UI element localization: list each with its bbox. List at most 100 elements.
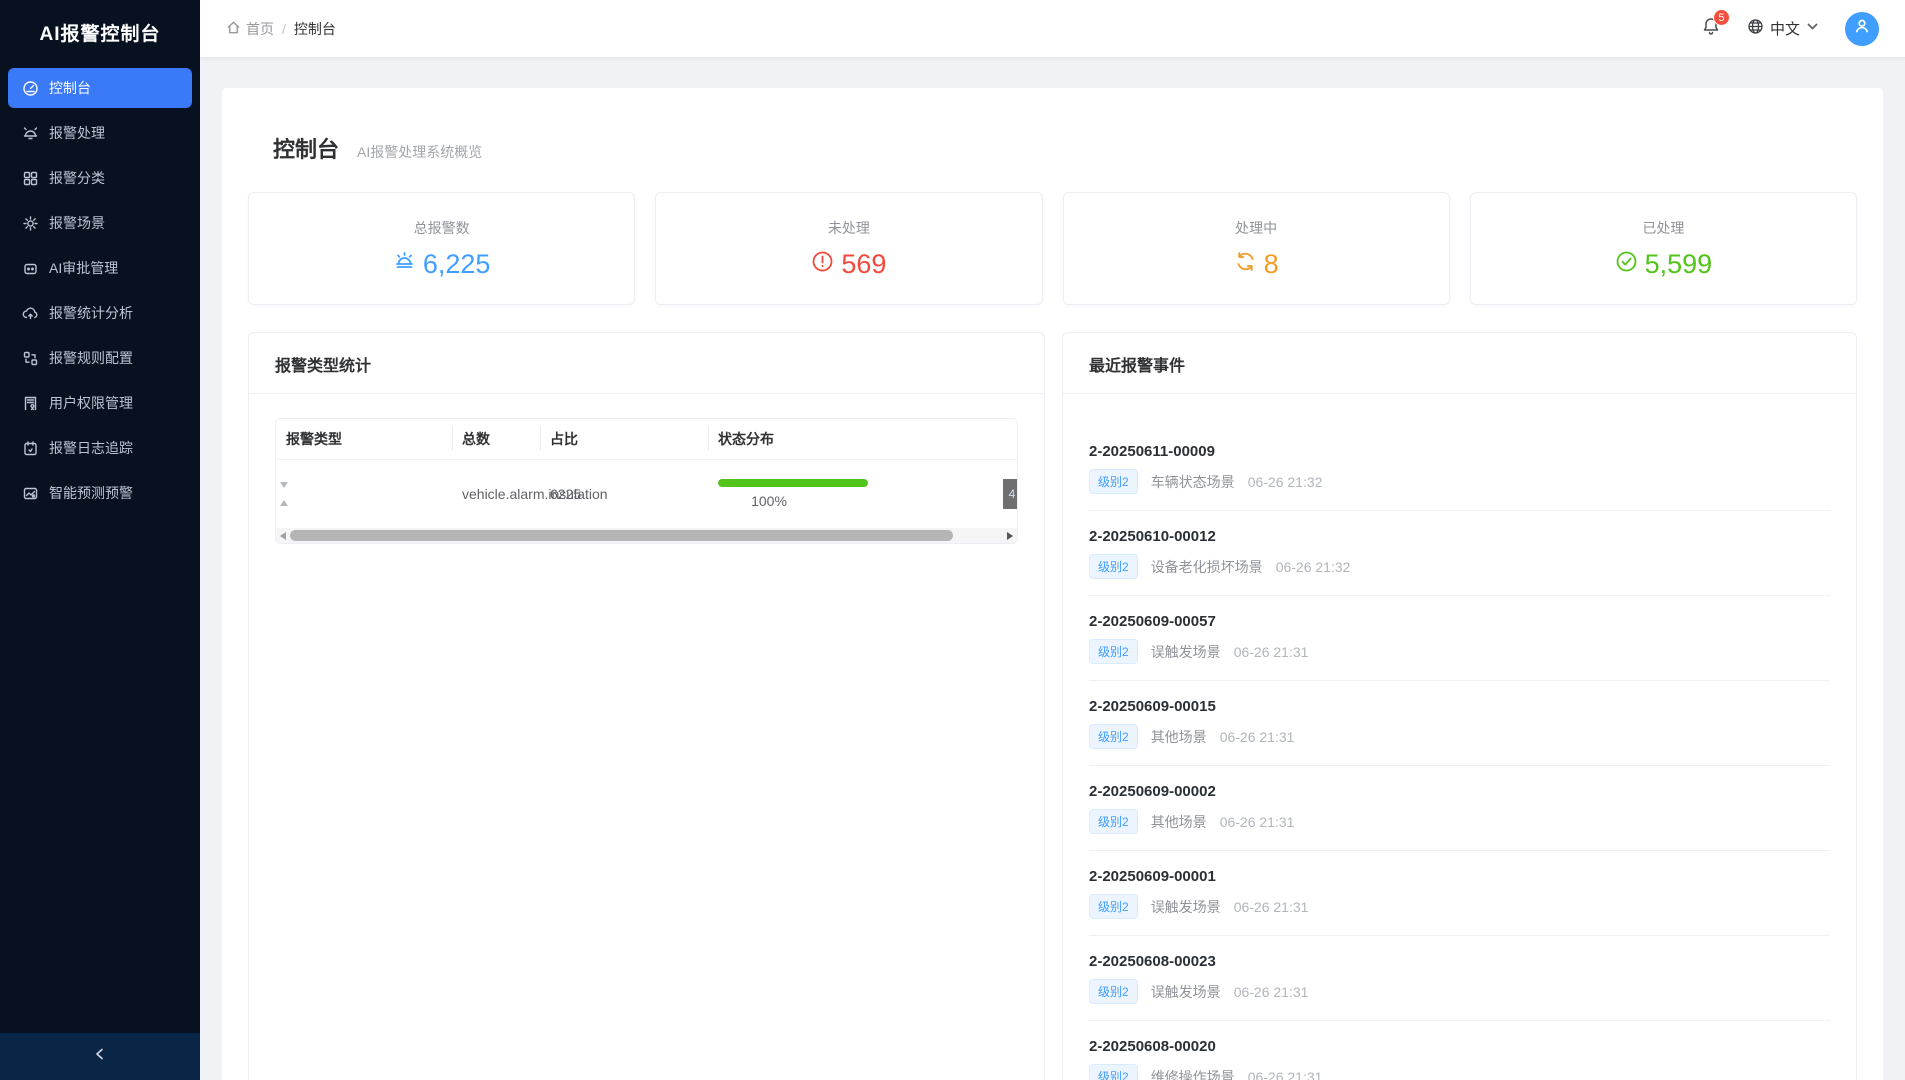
breadcrumb-current: 控制台 [294,19,336,39]
sync-icon [1234,249,1257,280]
sidebar-item-smart-forecast[interactable]: 智能预测预警 [8,473,192,513]
event-meta: 级别2 维修操作场景 06-26 21:31 [1089,1064,1830,1080]
event-meta: 级别2 车辆状态场景 06-26 21:32 [1089,469,1830,494]
event-time: 06-26 21:31 [1234,644,1309,660]
sidebar-item-ai-approval[interactable]: AI审批管理 [8,248,192,288]
event-level-tag: 级别2 [1089,1064,1138,1080]
dashboard-panel: 控制台 AI报警处理系统概览 总报警数 6,225 未处理 569 处理中 [222,88,1883,1080]
cloud-stats-icon [22,305,39,322]
event-level-tag: 级别2 [1089,469,1138,494]
event-id: 2-20250609-00002 [1089,783,1830,800]
sidebar-menu: 控制台 报警处理 报警分类 报警场景 AI审批管理 报警统计分析 报警规则配置 [0,64,200,522]
event-scene: 车辆状态场景 [1151,472,1235,492]
avatar[interactable] [1845,12,1879,46]
sidebar-item-label: 用户权限管理 [49,393,133,413]
event-level-tag: 级别2 [1089,809,1138,834]
notification-badge: 5 [1713,9,1730,26]
sidebar-collapse-button[interactable] [0,1033,200,1080]
column-header-total: 总数 [452,419,540,459]
notification-button[interactable]: 5 [1701,16,1721,41]
sidebar-item-label: 智能预测预警 [49,483,133,503]
event-item[interactable]: 2-20250609-00057 级别2 误触发场景 06-26 21:31 [1089,596,1830,681]
sidebar-item-label: AI审批管理 [49,258,118,278]
header-scroll-gutter [1003,419,1017,459]
main-content: 控制台 AI报警处理系统概览 总报警数 6,225 未处理 569 处理中 [200,57,1905,1080]
scroll-up-arrow[interactable] [280,500,288,506]
event-id: 2-20250609-00057 [1089,613,1830,630]
event-item[interactable]: 2-20250608-00023 级别2 误触发场景 06-26 21:31 [1089,936,1830,1021]
sidebar-item-user-permission[interactable]: 用户权限管理 [8,383,192,423]
sidebar-item-label: 报警分类 [49,168,105,188]
progress-bar [718,479,868,487]
sidebar-item-label: 报警日志追踪 [49,438,133,458]
event-item[interactable]: 2-20250611-00009 级别2 车辆状态场景 06-26 21:32 [1089,426,1830,511]
sidebar-item-label: 报警统计分析 [49,303,133,323]
breadcrumb: 首页 / 控制台 [226,19,336,39]
check-circle-icon [1615,249,1638,280]
alarm-light-icon [393,249,416,280]
chevron-down-icon [1806,20,1819,37]
stat-number: 569 [841,249,886,280]
trend-forecast-icon [22,485,39,502]
grid-icon [22,170,39,187]
event-time: 06-26 21:32 [1248,474,1323,490]
sidebar-item-alarm-category[interactable]: 报警分类 [8,158,192,198]
event-meta: 级别2 其他场景 06-26 21:31 [1089,809,1830,834]
stat-value: 5,599 [1615,249,1713,280]
progress-bar-fill [718,479,868,487]
horizontal-scrollbar[interactable] [276,528,1017,543]
dashboard-icon [22,80,39,97]
scroll-left-arrow[interactable] [276,532,290,540]
stat-card-pending: 未处理 569 [655,192,1042,305]
event-level-tag: 级别2 [1089,554,1138,579]
table-header-row: 报警类型 总数 占比 状态分布 [276,419,1017,460]
stat-value: 569 [811,249,886,280]
globe-icon [1747,18,1764,39]
sidebar-item-label: 报警场景 [49,213,105,233]
sidebar-item-label: 报警处理 [49,123,105,143]
event-scene: 其他场景 [1151,812,1207,832]
sidebar: AI报警控制台 控制台 报警处理 报警分类 报警场景 AI审批管理 报警统计分析 [0,0,200,1080]
column-header-percent: 占比 [540,419,708,459]
event-scene: 误触发场景 [1151,897,1221,917]
sidebar-item-alarm-log[interactable]: 报警日志追踪 [8,428,192,468]
event-meta: 级别2 其他场景 06-26 21:31 [1089,724,1830,749]
sidebar-item-label: 控制台 [49,78,91,98]
gear-icon [22,215,39,232]
event-id: 2-20250611-00009 [1089,443,1830,460]
sidebar-item-alarm-scene[interactable]: 报警场景 [8,203,192,243]
scroll-right-arrow[interactable] [1003,532,1017,540]
event-item[interactable]: 2-20250609-00015 级别2 其他场景 06-26 21:31 [1089,681,1830,766]
alarm-type-panel-body: 报警类型 总数 占比 状态分布 vehicle.alarm.insulation… [249,394,1044,568]
event-item[interactable]: 2-20250609-00001 级别2 误触发场景 06-26 21:31 [1089,851,1830,936]
alarm-type-table: 报警类型 总数 占比 状态分布 vehicle.alarm.insulation… [275,418,1018,544]
event-level-tag: 级别2 [1089,724,1138,749]
stat-number: 6,225 [423,249,491,280]
event-list: 2-20250611-00009 级别2 车辆状态场景 06-26 21:32 … [1063,394,1856,1080]
breadcrumb-home[interactable]: 首页 [226,19,274,39]
robot-icon [22,260,39,277]
scrollbar-thumb[interactable] [290,530,953,541]
sidebar-item-alarm-statistics[interactable]: 报警统计分析 [8,293,192,333]
event-id: 2-20250609-00001 [1089,868,1830,885]
sidebar-item-alarm-handle[interactable]: 报警处理 [8,113,192,153]
event-item[interactable]: 2-20250609-00002 级别2 其他场景 06-26 21:31 [1089,766,1830,851]
log-trace-icon [22,440,39,457]
event-time: 06-26 21:31 [1234,984,1309,1000]
scroll-down-arrow[interactable] [280,482,288,488]
scrollbar-track[interactable] [290,530,1003,541]
recent-events-panel-title: 最近报警事件 [1063,333,1856,394]
alarm-type-panel: 报警类型统计 报警类型 总数 占比 状态分布 vehicle.alarm.ins… [248,332,1045,1080]
column-header-status: 状态分布 [708,419,1003,459]
language-selector[interactable]: 中文 [1747,18,1819,39]
stats-row: 总报警数 6,225 未处理 569 处理中 8 [248,192,1857,305]
stat-number: 8 [1264,249,1279,280]
breadcrumb-separator: / [282,21,286,37]
event-item[interactable]: 2-20250608-00020 级别2 维修操作场景 06-26 21:31 [1089,1021,1830,1080]
sidebar-item-dashboard[interactable]: 控制台 [8,68,192,108]
sidebar-item-alarm-rules[interactable]: 报警规则配置 [8,338,192,378]
event-scene: 其他场景 [1151,727,1207,747]
event-item[interactable]: 2-20250610-00012 级别2 设备老化损坏场景 06-26 21:3… [1089,511,1830,596]
event-time: 06-26 21:31 [1220,729,1295,745]
event-id: 2-20250608-00023 [1089,953,1830,970]
